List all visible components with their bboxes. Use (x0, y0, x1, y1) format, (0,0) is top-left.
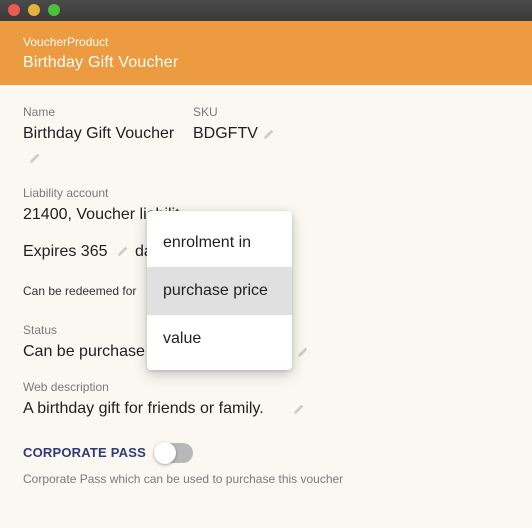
toggle-knob (154, 442, 176, 464)
close-window-button[interactable] (8, 4, 20, 16)
entity-type: VoucherProduct (23, 35, 109, 49)
pencil-icon[interactable] (116, 245, 130, 259)
web-description-label: Web description (23, 380, 109, 394)
liability-label: Liability account (23, 186, 109, 200)
dropdown-option-value[interactable]: value (147, 315, 292, 363)
dropdown-option-purchase-price[interactable]: purchase price (147, 267, 292, 315)
pencil-icon[interactable] (28, 152, 42, 166)
corporate-pass-label: CORPORATE PASS (23, 445, 146, 460)
status-label: Status (23, 323, 58, 337)
sku-label: SKU (193, 105, 218, 119)
pencil-icon[interactable] (292, 403, 306, 417)
status-value[interactable]: Can be purchase (23, 343, 145, 361)
redeem-text: Can be redeemed for (23, 284, 137, 298)
expires-text: Expires 365 (23, 243, 108, 260)
corporate-pass-hint: Corporate Pass which can be used to purc… (23, 472, 344, 486)
window-titlebar (0, 0, 532, 21)
redeem-type-dropdown: enrolment in purchase price value (147, 211, 292, 370)
minimize-window-button[interactable] (28, 4, 40, 16)
name-value[interactable]: Birthday Gift Voucher (23, 125, 174, 143)
sku-value[interactable]: BDGFTV (193, 125, 258, 143)
dropdown-option-enrolment[interactable]: enrolment in (147, 219, 292, 267)
pencil-icon[interactable] (296, 346, 310, 360)
zoom-window-button[interactable] (48, 4, 60, 16)
corporate-pass-toggle[interactable] (154, 442, 193, 464)
page-title: Birthday Gift Voucher (23, 54, 179, 71)
app-header: VoucherProduct Birthday Gift Voucher (0, 21, 532, 85)
pencil-icon[interactable] (262, 128, 276, 142)
name-label: Name (23, 105, 56, 119)
web-description-value[interactable]: A birthday gift for friends or family. (23, 400, 264, 418)
